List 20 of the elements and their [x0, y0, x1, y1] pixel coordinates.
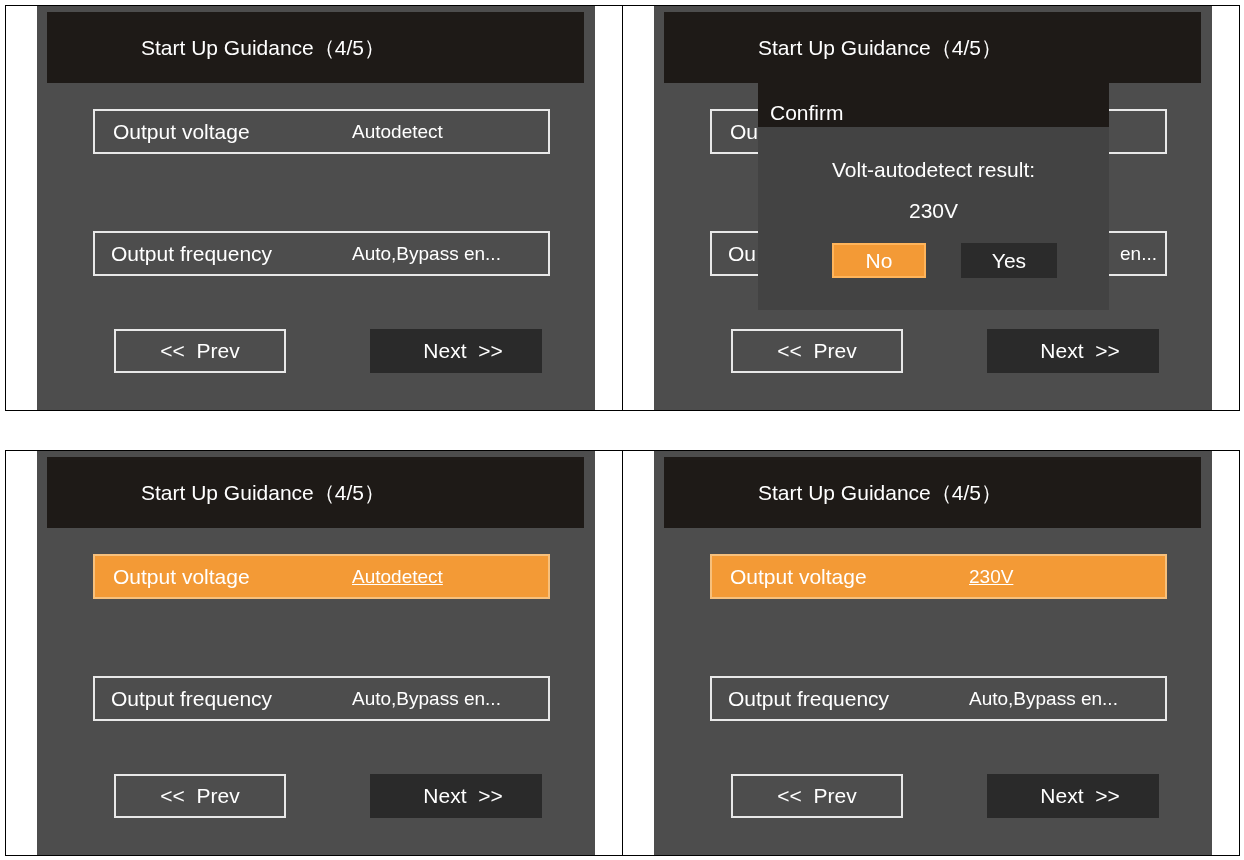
dialog-title: Confirm — [758, 78, 1109, 127]
screen-title: Start Up Guidance（4/5） — [758, 479, 1002, 506]
setting-row[interactable]: Output frequency Auto,Bypass en... — [93, 676, 550, 721]
prev-button[interactable]: << Prev — [114, 329, 286, 373]
screen-title: Start Up Guidance（4/5） — [141, 34, 385, 61]
dialog-button[interactable]: Yes — [961, 243, 1057, 278]
prev-button[interactable]: << Prev — [114, 774, 286, 818]
next-button[interactable]: Next >> — [370, 329, 542, 373]
screen-title: Start Up Guidance（4/5） — [758, 34, 1002, 61]
setting-row[interactable]: Output frequency Auto,Bypass en... — [93, 231, 550, 276]
prev-button[interactable]: << Prev — [731, 329, 903, 373]
prev-button[interactable]: << Prev — [731, 774, 903, 818]
setting-row[interactable]: Output voltage Autodetect — [93, 109, 550, 154]
setting-row[interactable]: Output frequency Auto,Bypass en... — [710, 676, 1167, 721]
next-button[interactable]: Next >> — [370, 774, 542, 818]
dialog-result: 230V — [908, 199, 958, 223]
screen-title: Start Up Guidance（4/5） — [141, 479, 385, 506]
dialog-message: Volt-autodetect result: — [831, 158, 1036, 182]
next-button[interactable]: Next >> — [987, 774, 1159, 818]
next-button[interactable]: Next >> — [987, 329, 1159, 373]
